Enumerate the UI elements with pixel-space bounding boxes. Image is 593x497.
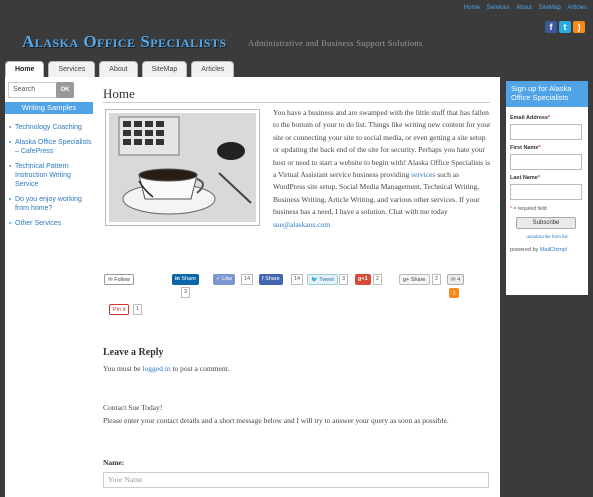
email-label: Email Address*	[510, 115, 551, 121]
social-icons: f t )	[545, 21, 585, 33]
signup-widget: Sign up for Alaska Office Specialists Em…	[506, 81, 588, 295]
follow-button[interactable]: ✉ Follow	[104, 274, 135, 285]
pinit-count: 1	[133, 304, 143, 315]
sidebar-item-cafepress[interactable]: Alaska Office Specialists – CafePress	[8, 138, 92, 156]
tab-home[interactable]: Home	[5, 61, 45, 78]
rss-icon[interactable]: )	[573, 21, 585, 33]
top-link-services[interactable]: Services	[487, 5, 510, 11]
email-link[interactable]: sue@alaskaos.com	[273, 220, 330, 229]
intro-text: You have a business and are swamped with…	[103, 107, 493, 235]
logged-in-link[interactable]: logged in	[142, 364, 170, 373]
site-brand[interactable]: Alaska Office Specialists	[22, 32, 227, 52]
linkedin-share-button[interactable]: in Share	[172, 274, 200, 285]
tab-about[interactable]: About	[99, 61, 138, 77]
search-button[interactable]: OK	[56, 82, 74, 98]
first-name-field[interactable]	[510, 154, 582, 170]
email-field[interactable]	[510, 124, 582, 140]
title-divider	[103, 102, 490, 103]
top-link-about[interactable]: About	[516, 5, 532, 11]
mailchimp-link[interactable]: MailChimp!	[540, 247, 568, 253]
like-count: 14	[241, 274, 254, 285]
powered-by: powered by MailChimp!	[510, 247, 568, 253]
required-note: * = required field	[510, 206, 547, 212]
name-label: Name:	[103, 458, 125, 467]
pinit-button[interactable]: Pin it	[109, 304, 130, 315]
top-link-home[interactable]: Home	[464, 5, 480, 11]
content-panel: Search OK Writing Samples Technology Coa…	[5, 77, 500, 497]
share-bar: ✉ Follow in Share 3 ✓ Like 14 f Share 14…	[104, 274, 484, 298]
top-link-sitemap[interactable]: SiteMap	[539, 5, 561, 11]
writing-samples-heading: Writing Samples	[5, 102, 93, 114]
tab-sitemap[interactable]: SiteMap	[141, 61, 188, 77]
login-notice: You must be logged in to post a comment.	[103, 364, 230, 373]
facebook-icon[interactable]: f	[545, 21, 557, 33]
subscribe-button[interactable]: Subscribe	[516, 217, 576, 229]
writing-samples-list: Technology Coaching Alaska Office Specia…	[8, 123, 92, 234]
signup-heading: Sign up for Alaska Office Specialists	[506, 81, 588, 107]
first-name-label: First Name*	[510, 145, 541, 151]
tweet-button[interactable]: 🐦 Tweet	[307, 274, 338, 285]
top-links: Home Services About SiteMap Articles	[459, 5, 587, 11]
sidebar-item-working-from-home[interactable]: Do you enjoy working from home?	[8, 195, 92, 213]
google-share-button[interactable]: g+ Share	[399, 274, 430, 285]
contact-instructions: Please enter your contact details and a …	[103, 415, 449, 425]
page-title: Home	[103, 86, 135, 101]
gplus-count: 2	[373, 274, 383, 285]
page: Home Services About SiteMap Articles f t…	[0, 0, 593, 497]
sidebar-item-technical-pattern[interactable]: Technical Pattern Instruction Writing Se…	[8, 162, 92, 189]
tweet-count: 3	[339, 274, 349, 285]
leave-reply-heading: Leave a Reply	[103, 347, 164, 358]
facebook-share-count: 14	[291, 274, 304, 285]
contact-text: Contact Sue Today! Please enter your con…	[103, 402, 493, 427]
nav-tabs: Home Services About SiteMap Articles	[5, 61, 235, 78]
contact-title: Contact Sue Today!	[103, 403, 163, 412]
like-button[interactable]: ✓ Like	[213, 274, 236, 285]
rss-share-icon[interactable]: )	[449, 288, 459, 298]
services-link[interactable]: services	[411, 170, 435, 179]
intro-para-1: You have a business and are swamped with…	[273, 108, 491, 180]
google-share-count: 2	[432, 274, 442, 285]
twitter-icon[interactable]: t	[559, 21, 571, 33]
facebook-share-button[interactable]: f Share	[259, 274, 283, 285]
sidebar-item-other-services[interactable]: Other Services	[8, 219, 92, 228]
tab-articles[interactable]: Articles	[191, 61, 235, 77]
last-name-label: Last Name*	[510, 175, 540, 181]
top-link-articles[interactable]: Articles	[567, 5, 587, 11]
gplus-button[interactable]: g+1	[355, 274, 371, 285]
linkedin-count: 3	[181, 287, 191, 298]
name-field[interactable]: Your Name	[103, 472, 489, 488]
last-name-field[interactable]	[510, 184, 582, 200]
email-share-button[interactable]: ✉ 4	[447, 274, 465, 285]
sidebar-item-technology-coaching[interactable]: Technology Coaching	[8, 123, 92, 132]
site-tagline: Administrative and Business Support Solu…	[248, 38, 423, 48]
tab-services[interactable]: Services	[48, 61, 96, 77]
unsubscribe-link[interactable]: unsubscribe from list	[510, 234, 584, 239]
